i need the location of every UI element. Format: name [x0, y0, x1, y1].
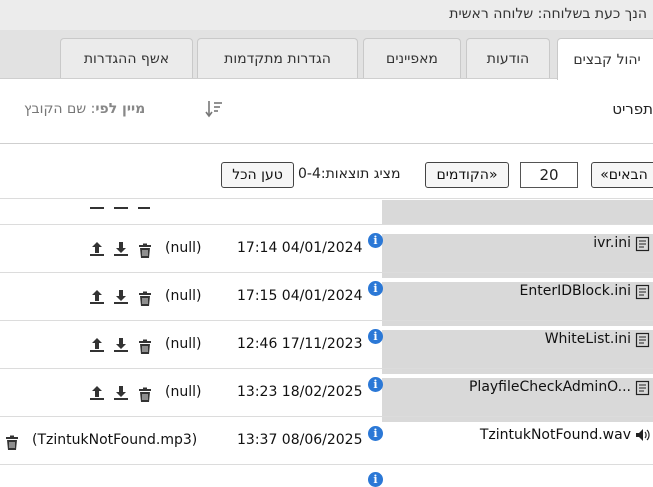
- text-file-icon: [635, 236, 650, 252]
- file-note: (null): [165, 384, 202, 400]
- list-divider: [0, 416, 653, 417]
- text-file-icon: [635, 284, 650, 300]
- file-datetime: 12:46 17/11/2023: [237, 336, 363, 352]
- text-file-icon: [635, 332, 650, 348]
- tab-messages[interactable]: הודעות: [466, 38, 550, 78]
- trash-icon[interactable]: [137, 387, 153, 403]
- upload-icon[interactable]: [89, 385, 105, 401]
- file-note: (null): [165, 336, 202, 352]
- file-datetime: 17:15 04/01/2024: [237, 288, 363, 304]
- load-all-button[interactable]: טען הכל: [221, 162, 294, 188]
- tab-properties[interactable]: מאפיינים: [363, 38, 461, 78]
- previous-button[interactable]: הקודמים»: [425, 162, 509, 188]
- file-name[interactable]: WhiteList.ini: [545, 331, 631, 347]
- sort-value: : שם הקובץ: [24, 101, 96, 117]
- file-name[interactable]: ivr.ini: [593, 235, 631, 251]
- menu-link[interactable]: תפריט: [612, 100, 653, 118]
- info-icon[interactable]: i: [368, 233, 383, 248]
- row-actions-partial: [88, 205, 158, 213]
- download-icon[interactable]: [113, 337, 129, 353]
- speaker-icon[interactable]: [635, 427, 651, 443]
- trash-icon[interactable]: [137, 339, 153, 355]
- sort-selector[interactable]: מיין לפי: שם הקובץ: [24, 101, 145, 117]
- info-icon[interactable]: i: [368, 472, 383, 487]
- title-bar: הנך כעת בשלוחה: שלוחה ראשית: [0, 0, 653, 31]
- file-name[interactable]: EnterIDBlock.ini: [520, 283, 631, 299]
- tab-settings-wizard[interactable]: אשף ההגדרות: [60, 38, 193, 78]
- info-icon[interactable]: i: [368, 281, 383, 296]
- tab-advanced-settings[interactable]: הגדרות מתקדמות: [197, 38, 358, 78]
- download-icon[interactable]: [113, 385, 129, 401]
- tab-file-management[interactable]: יהול קבצים: [557, 38, 653, 80]
- trash-icon[interactable]: [4, 435, 20, 451]
- trash-icon[interactable]: [137, 243, 153, 259]
- trash-icon[interactable]: [137, 291, 153, 307]
- file-datetime: 13:23 18/02/2025: [237, 384, 363, 400]
- results-status: מציג תוצאות:0-4: [298, 166, 401, 182]
- list-divider: [0, 198, 653, 199]
- file-note: (null): [165, 288, 202, 304]
- upload-icon[interactable]: [89, 289, 105, 305]
- sort-prefix: מיין לפי: [95, 101, 146, 117]
- file-datetime: 13:37 08/06/2025: [237, 432, 363, 448]
- text-file-icon: [635, 380, 650, 396]
- tab-label: יהול קבצים: [573, 51, 641, 68]
- file-datetime: 17:14 04/01/2024: [237, 240, 363, 256]
- info-icon[interactable]: i: [368, 426, 383, 441]
- tab-label: הגדרות מתקדמות: [224, 50, 331, 67]
- list-divider: [0, 320, 653, 321]
- upload-icon[interactable]: [89, 337, 105, 353]
- file-note: (TzintukNotFound.mp3): [32, 432, 198, 448]
- info-icon[interactable]: i: [368, 377, 383, 392]
- download-icon[interactable]: [113, 289, 129, 305]
- list-divider: [0, 464, 653, 465]
- list-divider: [0, 272, 653, 273]
- page-title: הנך כעת בשלוחה: שלוחה ראשית: [449, 6, 647, 22]
- file-name[interactable]: PlayfileCheckAdminO...: [469, 379, 631, 395]
- sort-icon[interactable]: [204, 99, 224, 119]
- download-icon[interactable]: [113, 241, 129, 257]
- info-icon[interactable]: i: [368, 329, 383, 344]
- page-size-input[interactable]: 20: [520, 162, 578, 188]
- tab-label: מאפיינים: [386, 50, 438, 67]
- list-divider: [0, 368, 653, 369]
- tab-label: אשף ההגדרות: [83, 50, 170, 67]
- list-divider: [0, 224, 653, 225]
- file-note: (null): [165, 240, 202, 256]
- file-name[interactable]: TzintukNotFound.wav: [480, 427, 631, 443]
- tab-label: הודעות: [486, 50, 530, 67]
- next-button[interactable]: «הבאים: [591, 162, 653, 188]
- file-name-highlight: [382, 200, 653, 224]
- upload-icon[interactable]: [89, 241, 105, 257]
